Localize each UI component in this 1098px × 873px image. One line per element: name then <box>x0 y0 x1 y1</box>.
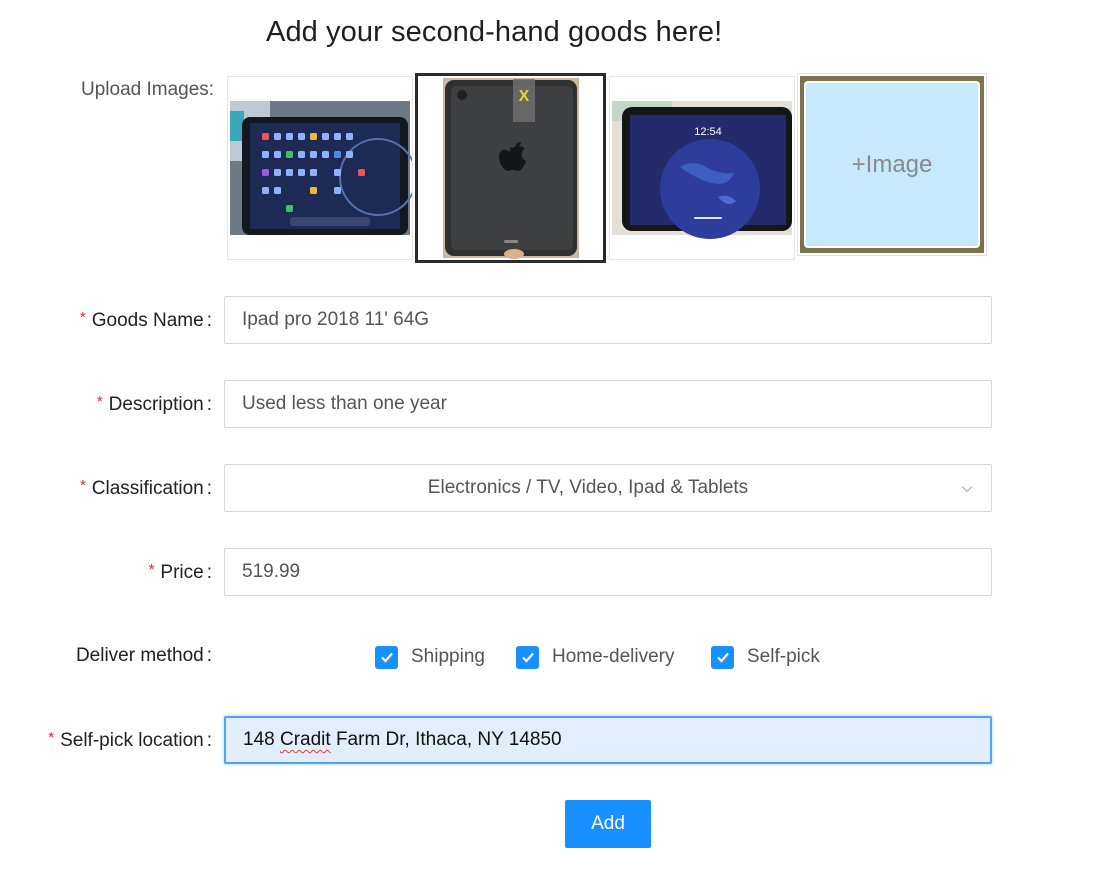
add-button[interactable]: Add <box>565 800 651 848</box>
checkbox-shipping[interactable]: Shipping <box>375 643 485 671</box>
required-mark: * <box>96 393 103 410</box>
goods-name-input[interactable]: Ipad pro 2018 11' 64G <box>224 296 992 344</box>
add-image-frame: +Image <box>800 76 984 253</box>
required-mark: * <box>79 477 86 494</box>
add-image-button[interactable]: +Image <box>797 73 987 256</box>
misspelled-word: Cradit <box>279 729 331 750</box>
classification-label: * Classification: <box>79 477 212 499</box>
description-value: Used less than one year <box>242 393 447 414</box>
page-title: Add your second-hand goods here! <box>266 16 723 48</box>
description-input[interactable]: Used less than one year <box>224 380 992 428</box>
classification-select[interactable]: Electronics / TV, Video, Ipad & Tablets <box>224 464 992 512</box>
price-value: 519.99 <box>242 561 301 582</box>
classification-value: Electronics / TV, Video, Ipad & Tablets <box>427 477 749 498</box>
self-pick-label: Self-pick <box>747 646 820 667</box>
uploaded-image-2[interactable]: X <box>415 73 606 263</box>
checkbox-checked-icon[interactable] <box>516 645 539 669</box>
required-mark: * <box>48 729 55 746</box>
price-label: * Price: <box>148 561 212 583</box>
home-delivery-label: Home-delivery <box>552 646 675 667</box>
goods-name-label: * Goods Name: <box>79 309 212 331</box>
checkbox-self-pick[interactable]: Self-pick <box>711 643 820 671</box>
uploaded-image-3[interactable]: 12:54 <box>609 76 795 260</box>
self-pick-location-input[interactable]: 148 Cradit Farm Dr, Ithaca, NY 14850 <box>224 716 992 764</box>
upload-images-label: Upload Images: <box>81 79 215 100</box>
description-label: * Description: <box>96 393 212 415</box>
self-pick-location-value: 148 Cradit Farm Dr, Ithaca, NY 14850 <box>243 729 562 750</box>
ipad-home-screen-photo <box>228 77 412 259</box>
ipad-lock-screen-photo: 12:54 <box>610 77 794 259</box>
checkbox-home-delivery[interactable]: Home-delivery <box>516 643 674 671</box>
checkbox-checked-icon[interactable] <box>711 645 734 669</box>
chevron-down-icon <box>961 486 973 493</box>
ipad-back-photo <box>418 76 603 260</box>
shipping-label: Shipping <box>411 646 485 667</box>
uploaded-image-1[interactable] <box>227 76 413 260</box>
goods-name-value: Ipad pro 2018 11' 64G <box>242 309 430 330</box>
svg-text:12:54: 12:54 <box>694 126 722 138</box>
required-mark: * <box>79 309 86 326</box>
add-image-tile[interactable]: +Image <box>804 81 980 248</box>
price-input[interactable]: 519.99 <box>224 548 992 596</box>
self-pick-location-label: * Self-pick location: <box>48 729 212 751</box>
delete-image-button[interactable]: X <box>513 79 535 122</box>
required-mark: * <box>148 561 155 578</box>
deliver-method-label: Deliver method: <box>75 645 212 666</box>
checkbox-checked-icon[interactable] <box>375 645 398 669</box>
